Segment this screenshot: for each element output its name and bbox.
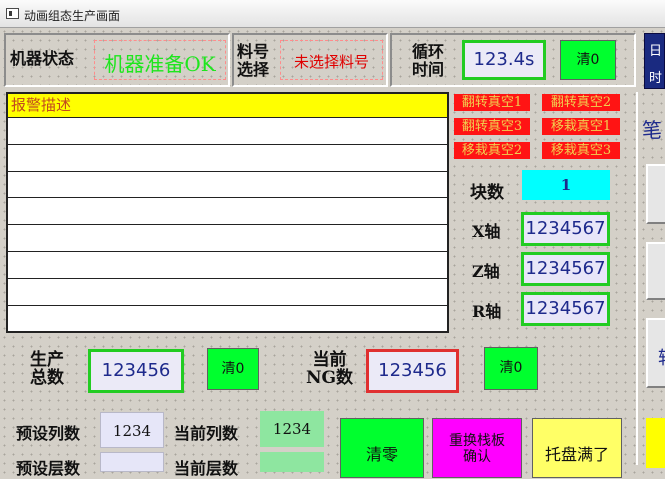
r-axis-value: 1234567 xyxy=(521,292,610,326)
window-titlebar: 动画组态生产画面 xyxy=(0,0,665,28)
date-time-panel: 日 时 xyxy=(644,33,665,89)
replace-pallet-button[interactable]: 重换栈板 确认 xyxy=(432,418,522,478)
right-side-text-1: 笔 xyxy=(642,118,662,142)
preset-columns-label: 预设列数 xyxy=(16,424,81,443)
table-row[interactable] xyxy=(8,145,447,172)
right-side-button-2[interactable] xyxy=(646,242,665,300)
z-axis-value: 1234567 xyxy=(521,252,610,286)
current-layers-label: 当前层数 xyxy=(174,459,239,478)
reset-button[interactable]: 清零 xyxy=(340,418,424,478)
production-clear-button[interactable]: 清0 xyxy=(207,348,259,390)
material-label: 料号 选择 xyxy=(237,42,270,79)
table-row[interactable] xyxy=(8,198,447,226)
right-side-button-1[interactable] xyxy=(646,164,665,224)
alarm-flip-vacuum-2: 翻转真空2 xyxy=(542,94,620,111)
alarm-transfer-vacuum-2: 移栽真空2 xyxy=(454,142,530,159)
alarm-transfer-vacuum-3: 移栽真空3 xyxy=(542,142,620,159)
right-side-button-3[interactable]: 转 xyxy=(646,318,665,388)
cycle-time-value: 123.4s xyxy=(462,40,546,80)
current-columns-value: 1234 xyxy=(260,411,324,447)
cycle-label: 循环 时间 xyxy=(412,42,445,79)
alarm-flip-vacuum-1: 翻转真空1 xyxy=(454,94,530,111)
r-axis-label: R轴 xyxy=(472,302,502,321)
table-row[interactable] xyxy=(8,306,447,331)
alarm-table[interactable]: 报警描述 xyxy=(6,92,449,333)
table-row[interactable] xyxy=(8,118,447,145)
preset-layers-value[interactable] xyxy=(100,452,164,472)
table-row[interactable] xyxy=(8,279,447,306)
machine-status-value-frame: 机器准备OK xyxy=(94,40,226,80)
alarm-transfer-vacuum-1: 移栽真空1 xyxy=(542,118,620,135)
right-side-panel: 笔 转 xyxy=(636,92,665,468)
time-label: 时 xyxy=(649,71,663,86)
machine-status-value: 机器准备OK xyxy=(104,52,216,76)
ng-count-value: 123456 xyxy=(366,349,459,393)
machine-status-label: 机器状态 xyxy=(10,49,75,68)
window-title: 动画组态生产画面 xyxy=(24,9,121,23)
table-row[interactable] xyxy=(8,172,447,199)
block-count-label: 块数 xyxy=(470,183,504,203)
z-axis-label: Z轴 xyxy=(472,262,500,281)
ng-clear-button[interactable]: 清0 xyxy=(484,347,538,390)
table-row[interactable] xyxy=(8,252,447,279)
block-count-value: 1 xyxy=(522,170,610,200)
cycle-panel: 循环 时间 123.4s 清0 xyxy=(390,33,636,87)
cycle-clear-button[interactable]: 清0 xyxy=(560,40,616,80)
material-panel: 料号 选择 未选择料号 xyxy=(232,33,388,87)
right-side-text-2: 转 xyxy=(658,344,665,370)
x-axis-value: 1234567 xyxy=(521,212,610,246)
ng-count-label: 当前 NG数 xyxy=(306,350,354,388)
x-axis-label: X轴 xyxy=(472,222,501,241)
production-total-value: 123456 xyxy=(88,349,184,393)
material-select[interactable]: 未选择料号 xyxy=(280,40,383,80)
date-label: 日 xyxy=(649,44,663,59)
alarm-flip-vacuum-3: 翻转真空3 xyxy=(454,118,530,135)
right-side-button-4[interactable] xyxy=(646,418,665,468)
production-total-label: 生产 总数 xyxy=(30,350,64,388)
current-columns-label: 当前列数 xyxy=(174,424,239,443)
machine-status-panel: 机器状态 机器准备OK xyxy=(4,33,230,87)
material-value: 未选择料号 xyxy=(293,53,369,71)
tray-full-button[interactable]: 托盘满了 xyxy=(532,418,622,478)
alarm-table-header: 报警描述 xyxy=(8,94,447,118)
preset-columns-value[interactable]: 1234 xyxy=(100,412,164,448)
preset-layers-label: 预设层数 xyxy=(16,459,81,478)
table-row[interactable] xyxy=(8,225,447,252)
current-layers-value xyxy=(260,452,324,472)
window-icon xyxy=(6,8,19,19)
